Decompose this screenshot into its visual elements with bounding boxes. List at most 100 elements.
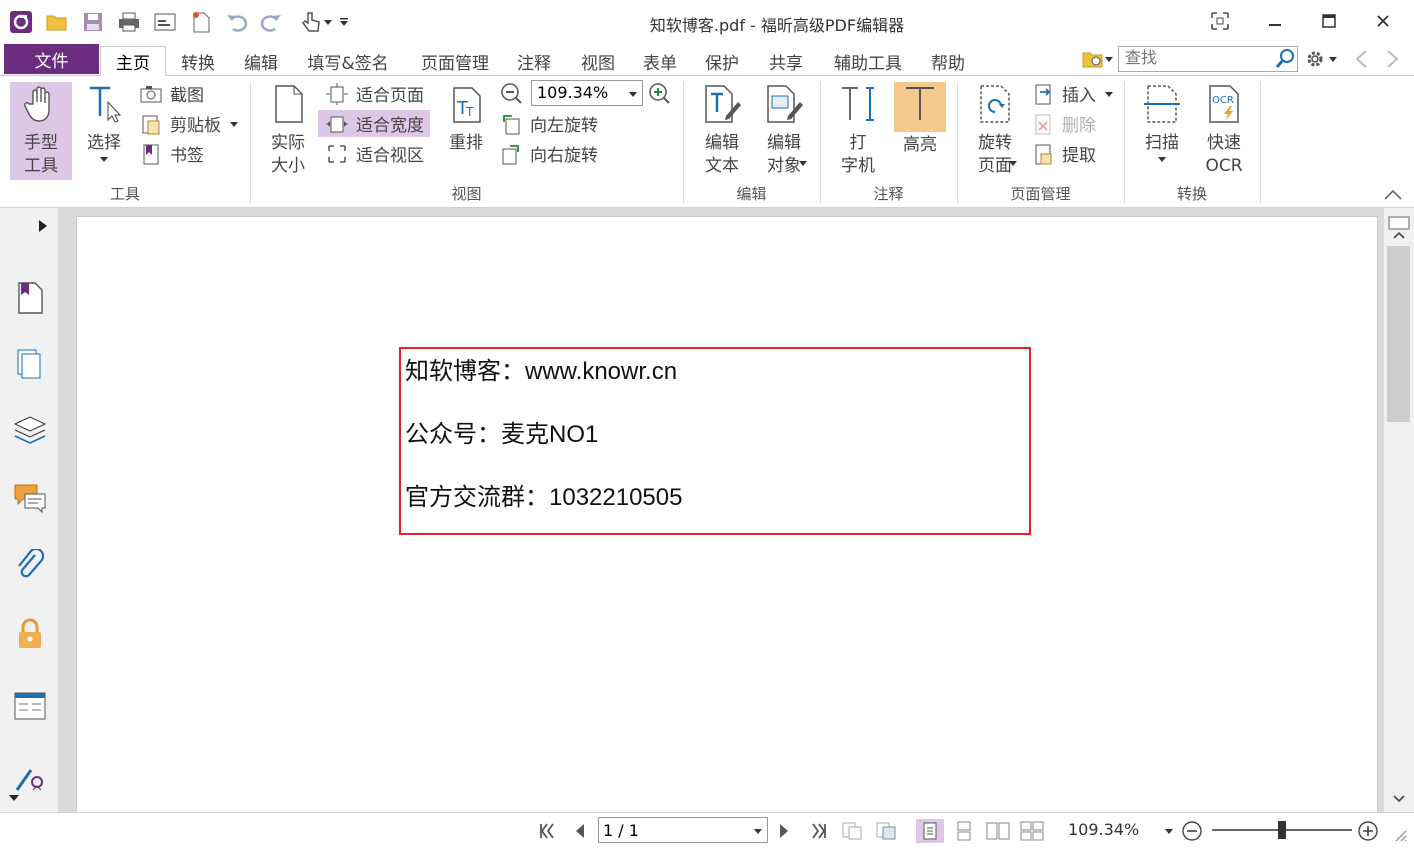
hand-tool-button[interactable]: 手型 工具 xyxy=(10,82,72,180)
fullscreen-icon[interactable] xyxy=(1197,6,1243,36)
open-folder-icon[interactable] xyxy=(44,9,70,35)
zoom-select[interactable]: 109.34% xyxy=(531,80,643,106)
customize-toolbar-icon[interactable] xyxy=(336,9,352,35)
nav-back-icon[interactable] xyxy=(1348,46,1374,72)
search-icon[interactable] xyxy=(1272,46,1298,72)
security-lock-icon[interactable] xyxy=(12,616,48,652)
nav-forward-icon[interactable] xyxy=(1380,46,1406,72)
delete-page-button[interactable]: 删除 xyxy=(1032,110,1096,137)
edit-object-dropdown-icon[interactable] xyxy=(796,156,810,170)
rotate-right-button[interactable]: 向右旋转 xyxy=(500,140,598,167)
sidebar-splitter[interactable] xyxy=(58,208,74,812)
zoom-in-icon[interactable] xyxy=(646,80,672,106)
zoom-out-button[interactable] xyxy=(1180,819,1204,843)
tab-protect[interactable]: 保护 xyxy=(696,48,748,75)
pages-panel-icon[interactable] xyxy=(12,346,48,382)
resize-grip-icon[interactable] xyxy=(1388,823,1412,847)
tab-convert[interactable]: 转换 xyxy=(170,48,226,75)
print-icon[interactable] xyxy=(116,9,142,35)
new-document-icon[interactable] xyxy=(188,9,214,35)
first-page-icon[interactable] xyxy=(536,819,560,843)
fit-width-button[interactable]: 适合宽度 xyxy=(318,110,430,137)
vertical-scrollbar[interactable] xyxy=(1384,208,1414,812)
gear-icon[interactable] xyxy=(1302,46,1328,72)
tab-share[interactable]: 共享 xyxy=(760,48,812,75)
minimize-button[interactable] xyxy=(1252,6,1298,36)
pages-group-label: 页面管理 xyxy=(1010,185,1071,203)
tab-file[interactable]: 文件 xyxy=(4,44,99,74)
fit-view-button[interactable]: 适合视区 xyxy=(322,140,424,167)
scroll-down-icon[interactable] xyxy=(1386,786,1412,812)
dropdown-arrow-icon[interactable] xyxy=(320,9,336,35)
zoom-in-button[interactable] xyxy=(1356,819,1380,843)
maximize-button[interactable] xyxy=(1306,6,1352,36)
continuous-page-icon[interactable] xyxy=(952,819,976,843)
comment-group-label: 注释 xyxy=(873,185,904,203)
sidebar-more-icon[interactable] xyxy=(4,788,24,808)
zoom-slider-thumb[interactable] xyxy=(1278,821,1286,839)
settings-dropdown-icon[interactable] xyxy=(1326,46,1340,72)
facing-page-icon[interactable] xyxy=(986,819,1010,843)
highlight-label-wrap[interactable]: 高亮 xyxy=(894,134,946,157)
document-viewport: 知软博客：www.knowr.cn 公众号：麦克NO1 官方交流群：103221… xyxy=(74,208,1384,816)
tab-form[interactable]: 表单 xyxy=(634,48,686,75)
undo-icon[interactable] xyxy=(224,9,250,35)
next-page-icon[interactable] xyxy=(772,819,796,843)
quick-ocr-button[interactable]: OCR 快速 OCR xyxy=(1198,82,1250,180)
zoom-out-icon[interactable] xyxy=(498,80,524,106)
actual-size-button[interactable]: 实际 大小 xyxy=(262,82,314,180)
app-logo-icon[interactable] xyxy=(8,9,34,35)
tab-fill-sign[interactable]: 填写&签名 xyxy=(298,48,398,75)
scrollbar-thumb[interactable] xyxy=(1387,246,1410,422)
rotate-page-dropdown-icon[interactable] xyxy=(1006,156,1020,170)
bookmark-panel-icon[interactable] xyxy=(12,280,48,316)
layers-panel-icon[interactable] xyxy=(12,412,48,448)
previous-page-icon[interactable] xyxy=(568,819,592,843)
last-page-icon[interactable] xyxy=(806,819,830,843)
expand-panel-icon[interactable] xyxy=(28,208,58,244)
scroll-up-icon[interactable] xyxy=(1386,222,1412,248)
clipboard-icon xyxy=(140,113,162,135)
reflow-button[interactable]: TT 重排 xyxy=(442,82,490,180)
previous-view-icon[interactable] xyxy=(840,819,864,843)
doc-line-wechat: 公众号：麦克NO1 xyxy=(405,421,599,448)
text-annotation-box[interactable]: 知软博客：www.knowr.cn 公众号：麦克NO1 官方交流群：103221… xyxy=(399,347,1031,535)
next-view-icon[interactable] xyxy=(874,819,898,843)
attachments-panel-icon[interactable] xyxy=(12,548,48,584)
pdf-page[interactable]: 知软博客：www.knowr.cn 公众号：麦克NO1 官方交流群：103221… xyxy=(76,216,1378,816)
edit-text-button[interactable]: 编辑 文本 xyxy=(694,82,750,180)
tab-comment[interactable]: 注释 xyxy=(508,48,560,75)
redo-icon[interactable] xyxy=(258,9,284,35)
zoom-dropdown-icon[interactable] xyxy=(1162,819,1176,843)
tab-view[interactable]: 视图 xyxy=(572,48,624,75)
search-input[interactable] xyxy=(1118,46,1298,72)
continuous-facing-icon[interactable] xyxy=(1020,819,1044,843)
tab-help[interactable]: 帮助 xyxy=(922,48,974,75)
content-panel-icon[interactable] xyxy=(12,688,48,724)
select-button[interactable]: 选择 xyxy=(78,82,130,180)
collapse-ribbon-icon[interactable] xyxy=(1380,182,1406,208)
clipboard-button[interactable]: 剪贴板 xyxy=(140,110,241,137)
rotate-left-button[interactable]: 向左旋转 xyxy=(500,110,598,137)
fit-page-button[interactable]: 适合页面 xyxy=(322,80,430,107)
close-button[interactable] xyxy=(1360,6,1406,36)
single-page-icon[interactable] xyxy=(916,819,944,843)
scan-button[interactable]: 扫描 xyxy=(1136,82,1188,180)
chevron-down-icon[interactable] xyxy=(1102,46,1116,72)
screenshot-button[interactable]: 截图 xyxy=(140,80,204,107)
save-icon[interactable] xyxy=(80,9,106,35)
comments-panel-icon[interactable] xyxy=(12,480,48,516)
tab-edit[interactable]: 编辑 xyxy=(233,48,289,75)
zoom-percent-display[interactable]: 109.34% xyxy=(1068,820,1139,839)
page-number-input[interactable]: 1 / 1 xyxy=(598,817,768,843)
tab-accessibility[interactable]: 辅助工具 xyxy=(826,48,910,75)
insert-page-button[interactable]: 插入 xyxy=(1032,80,1116,107)
doc-line-blog: 知软博客：www.knowr.cn xyxy=(405,358,678,385)
highlight-button[interactable] xyxy=(894,82,946,132)
tab-organize[interactable]: 页面管理 xyxy=(410,48,500,75)
extract-page-button[interactable]: 提取 xyxy=(1032,140,1096,167)
properties-icon[interactable] xyxy=(152,9,178,35)
typewriter-button[interactable]: 打 字机 xyxy=(832,82,884,180)
bookmark-button[interactable]: 书签 xyxy=(140,140,204,167)
tab-home[interactable]: 主页 xyxy=(100,46,166,76)
